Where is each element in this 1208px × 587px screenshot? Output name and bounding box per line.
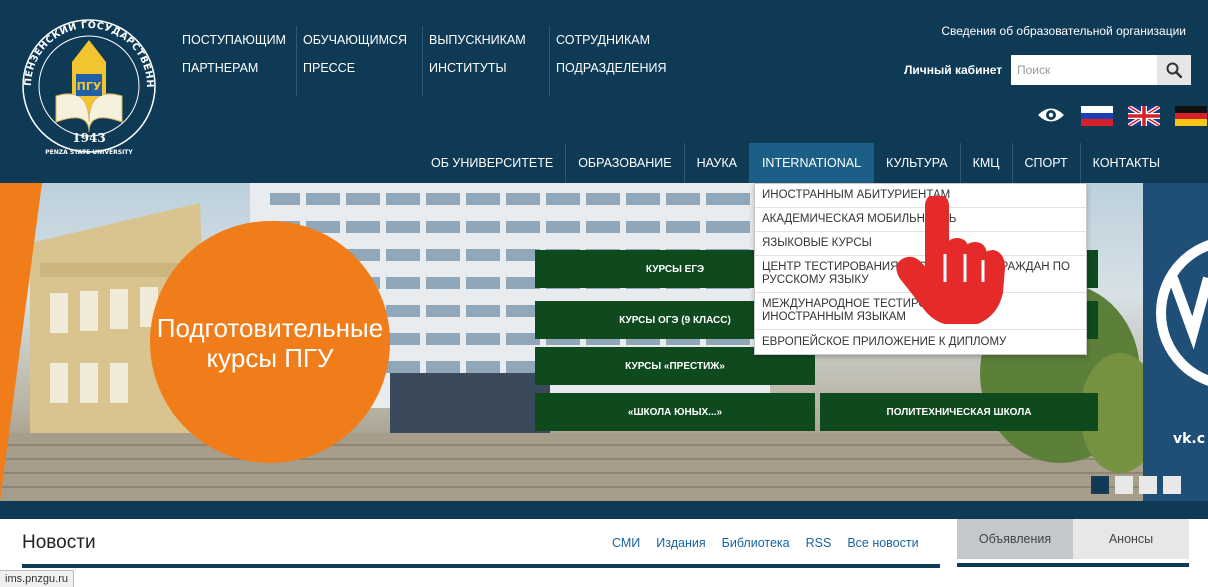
- logo-subtext: PENZA STATE UNIVERSITY: [45, 149, 133, 156]
- courses-circle-text: Подготовительные курсы ПГУ: [150, 313, 390, 373]
- nav-kontakty[interactable]: КОНТАКТЫ: [1079, 143, 1172, 183]
- button-shkola-yunykh[interactable]: «ШКОЛА ЮНЫХ...»: [535, 393, 815, 431]
- search-icon: [1166, 62, 1182, 78]
- news-link-all[interactable]: Все новости: [847, 536, 918, 550]
- news-link-biblioteka[interactable]: Библиотека: [722, 536, 790, 550]
- circle-text-line-2: курсы ПГУ: [206, 343, 334, 373]
- search-input[interactable]: [1011, 55, 1157, 85]
- news-link-izdaniya[interactable]: Издания: [656, 536, 705, 550]
- tab-obyavleniya[interactable]: Объявления: [957, 519, 1073, 559]
- personal-cabinet-link[interactable]: Личный кабинет: [898, 55, 1008, 85]
- flag-germany-icon[interactable]: [1175, 106, 1207, 126]
- site-header: ПЕНЗЕНСКИЙ ГОСУДАРСТВЕННЫЙ УНИВЕРСИТЕТ П…: [0, 0, 1208, 183]
- tab-anonsy[interactable]: Анонсы: [1073, 519, 1189, 559]
- link-postupayushchim[interactable]: ПОСТУПАЮЩИМ: [182, 26, 286, 54]
- hero-bottom-strip: [0, 501, 1208, 519]
- toplinks-col-3: ВЫПУСКНИКАМ ИНСТИТУТЫ: [422, 26, 526, 96]
- vk-text: vk.c: [1173, 431, 1205, 447]
- slider-dot-1[interactable]: [1091, 476, 1109, 494]
- pointing-hand-icon: [896, 196, 1005, 324]
- link-instituty[interactable]: ИНСТИТУТЫ: [429, 54, 526, 82]
- link-sotrudnikam[interactable]: СОТРУДНИКАМ: [556, 26, 667, 54]
- news-link-smi[interactable]: СМИ: [612, 536, 640, 550]
- nav-ob-universitete[interactable]: ОБ УНИВЕРСИТЕТЕ: [419, 143, 565, 183]
- nav-obrazovanie[interactable]: ОБРАЗОВАНИЕ: [565, 143, 683, 183]
- announcement-tabs: Объявления Анонсы: [957, 519, 1189, 559]
- toplinks-col-1: ПОСТУПАЮЩИМ ПАРТНЕРАМ: [176, 26, 286, 96]
- svedeniya-link[interactable]: Сведения об образовательной организации: [941, 24, 1186, 38]
- nav-nauka[interactable]: НАУКА: [683, 143, 749, 183]
- flag-russia-icon[interactable]: [1081, 106, 1113, 126]
- search-box: [1011, 55, 1191, 85]
- news-heading: Новости: [22, 532, 96, 553]
- nav-kmc[interactable]: КМЦ: [959, 143, 1012, 183]
- logo-center-text: ПГУ: [77, 80, 102, 93]
- main-nav: ОБ УНИВЕРСИТЕТЕ ОБРАЗОВАНИЕ НАУКА INTERN…: [419, 143, 1172, 183]
- slider-dot-2[interactable]: [1115, 476, 1133, 494]
- slider-dots: [1091, 476, 1181, 494]
- eye-icon[interactable]: [1036, 104, 1066, 126]
- browser-status-url: ims.pnzgu.ru: [0, 570, 74, 587]
- link-obuchayushchimsya[interactable]: ОБУЧАЮЩИМСЯ: [303, 26, 407, 54]
- logo-year: 1943: [72, 131, 105, 145]
- dropdown-item-diploma-supplement[interactable]: ЕВРОПЕЙСКОЕ ПРИЛОЖЕНИЕ К ДИПЛОМУ: [755, 330, 1086, 354]
- link-partneram[interactable]: ПАРТНЕРАМ: [182, 54, 286, 82]
- toplinks-col-2: ОБУЧАЮЩИМСЯ ПРЕССЕ: [296, 26, 407, 96]
- flag-uk-icon[interactable]: [1128, 106, 1160, 126]
- tabs-underline: [957, 563, 1189, 567]
- news-underline: [22, 564, 940, 568]
- vk-panel[interactable]: vk.c: [1143, 183, 1208, 501]
- nav-sport[interactable]: СПОРТ: [1011, 143, 1080, 183]
- news-link-rss[interactable]: RSS: [806, 536, 832, 550]
- button-politekhnicheskaya-shkola[interactable]: ПОЛИТЕХНИЧЕСКАЯ ШКОЛА: [820, 393, 1098, 431]
- toplinks-col-4: СОТРУДНИКАМ ПОДРАЗДЕЛЕНИЯ: [549, 26, 667, 96]
- vk-logo-icon: vk.c: [1156, 240, 1208, 447]
- university-logo[interactable]: ПЕНЗЕНСКИЙ ГОСУДАРСТВЕННЫЙ УНИВЕРСИТЕТ П…: [14, 4, 164, 164]
- news-links: СМИ Издания Библиотека RSS Все новости: [612, 536, 919, 550]
- link-presse[interactable]: ПРЕССЕ: [303, 54, 407, 82]
- link-podrazdeleniya[interactable]: ПОДРАЗДЕЛЕНИЯ: [556, 54, 667, 82]
- search-button[interactable]: [1157, 55, 1191, 85]
- circle-text-line-1: Подготовительные: [156, 313, 384, 343]
- nav-kultura[interactable]: КУЛЬТУРА: [873, 143, 960, 183]
- slider-dot-3[interactable]: [1139, 476, 1157, 494]
- nav-international[interactable]: INTERNATIONAL: [748, 143, 874, 183]
- slider-dot-4[interactable]: [1163, 476, 1181, 494]
- link-vypusknikam[interactable]: ВЫПУСКНИКАМ: [429, 26, 526, 54]
